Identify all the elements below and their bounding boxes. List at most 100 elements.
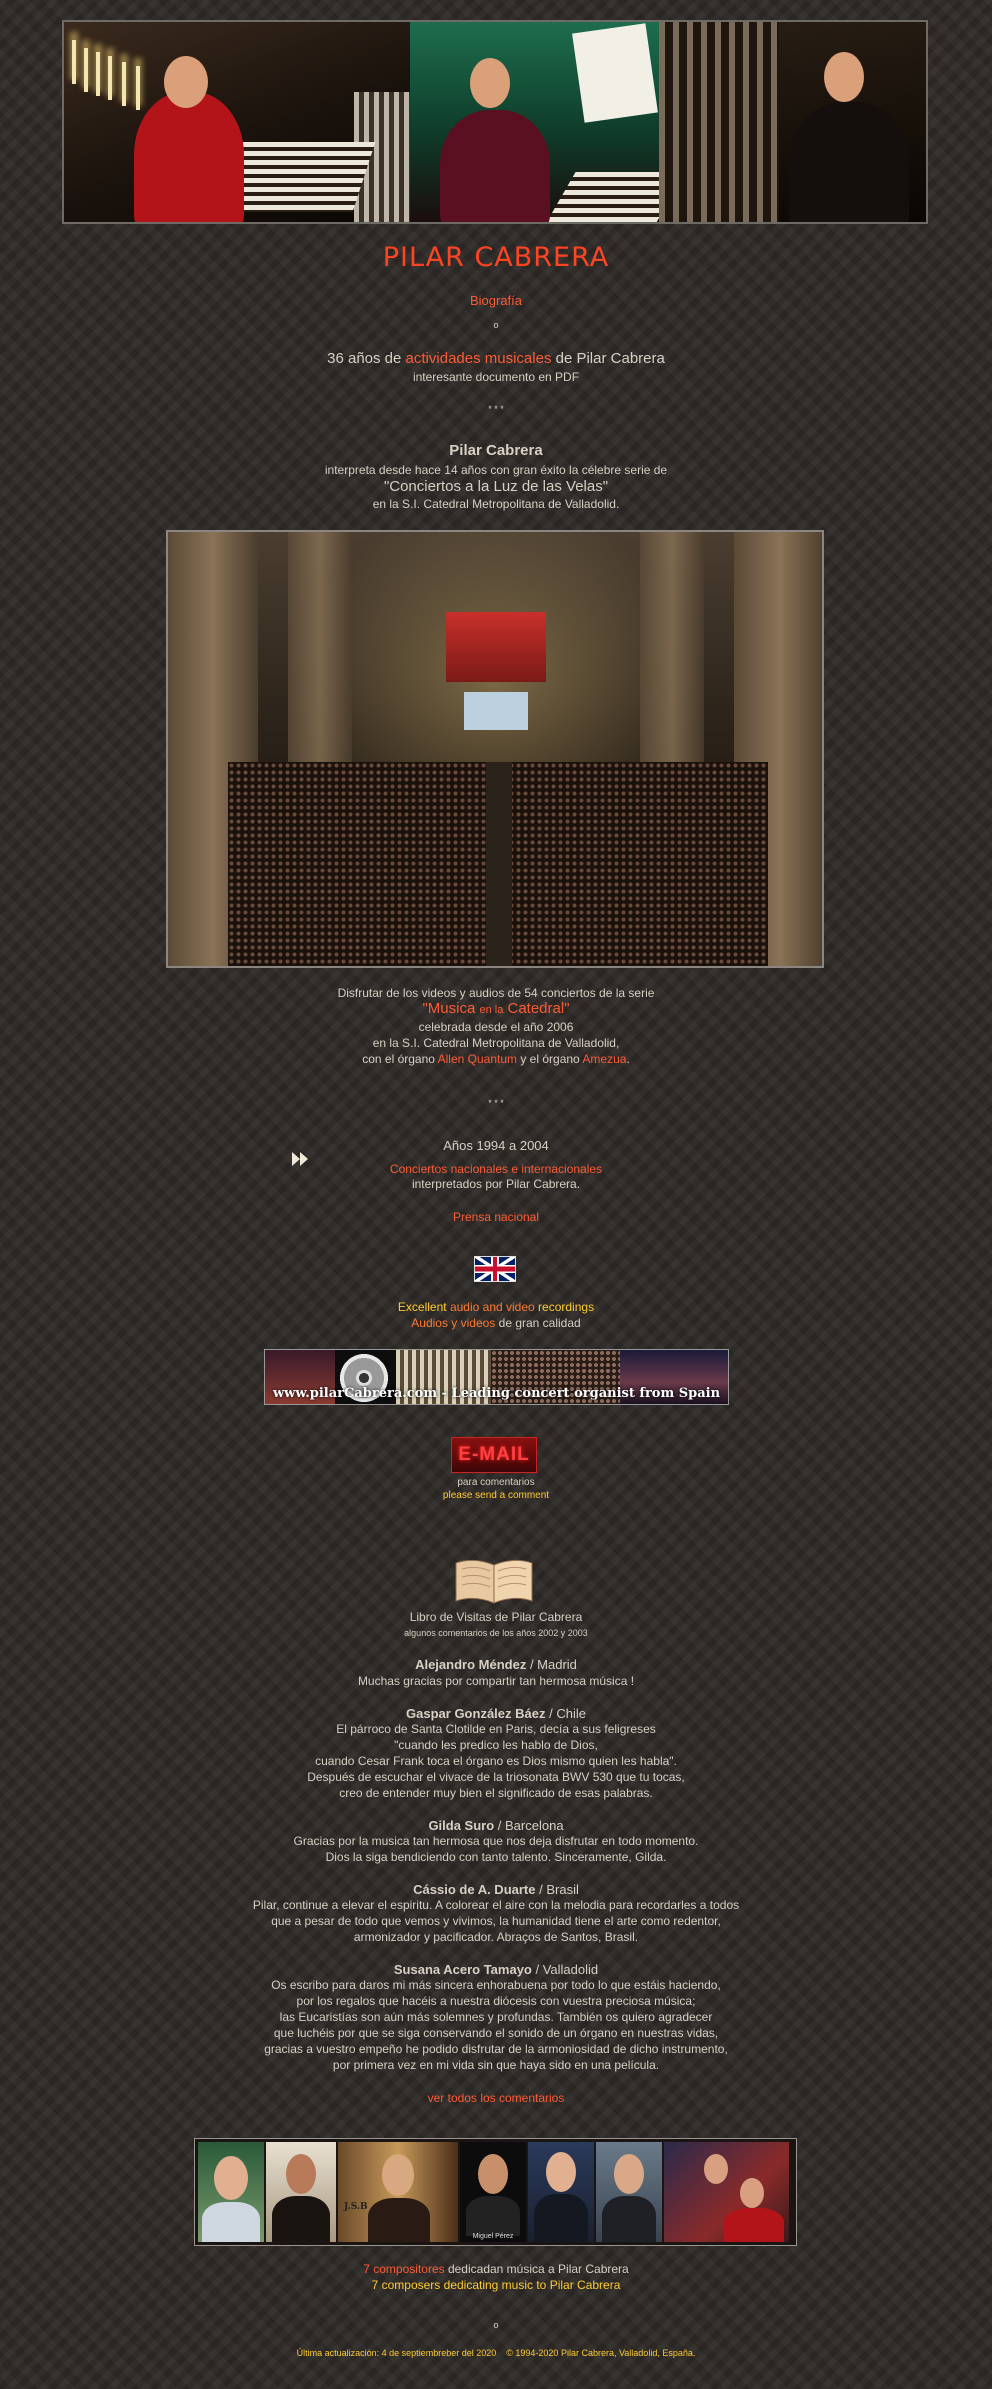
separator: * * * xyxy=(488,1098,504,1108)
recordings-banner[interactable]: www.pilarCabrera.com - Leading concert o… xyxy=(264,1349,729,1405)
portrait-jacket xyxy=(534,2194,588,2242)
portrait-face xyxy=(478,2154,508,2194)
series-suffix: Catedral" xyxy=(503,1000,570,1017)
open-book-icon[interactable] xyxy=(452,1555,536,1605)
audio-video-link[interactable]: audio and video xyxy=(450,1300,535,1314)
comment-author: Cássio de A. Duarte / Brasil xyxy=(0,1882,992,1897)
organist-figure xyxy=(440,110,551,222)
portrait-jacket xyxy=(272,2196,330,2242)
portrait-face xyxy=(382,2154,414,2196)
composers-gallery[interactable]: J.S.B Miguel Pérez xyxy=(194,2138,797,2246)
comment-place: / Madrid xyxy=(526,1657,577,1672)
organ-end: . xyxy=(626,1052,630,1066)
composers-es-suffix: dedicadan música a Pilar Cabrera xyxy=(444,2262,629,2276)
activities-link[interactable]: actividades musicales xyxy=(406,350,552,367)
cathedral-concert-photo[interactable] xyxy=(166,530,824,968)
comment-line: que a pesar de todo que vemos y vivimos,… xyxy=(271,1914,721,1928)
composers-en-line[interactable]: 7 composers dedicating music to Pilar Ca… xyxy=(0,2278,992,2292)
comment-line: El párroco de Santa Clotilde en Paris, d… xyxy=(336,1722,656,1736)
email-comment-es: para comentarios xyxy=(457,1477,535,1488)
banner-panel-dark-organist xyxy=(659,22,926,222)
comment-line: por primera vez en mi vida sin que haya … xyxy=(332,2058,660,2072)
comment-place: / Brasil xyxy=(535,1882,579,1897)
comment-line: Después de escuchar el vivace de la trio… xyxy=(307,1770,685,1784)
organist-figure xyxy=(789,102,910,222)
bullet-divider: o xyxy=(493,320,499,330)
comment-line: armonizador y pacificador. Abraços de Sa… xyxy=(353,1930,639,1944)
composer-portrait xyxy=(198,2142,264,2242)
comment-author: Gilda Suro / Barcelona xyxy=(0,1818,992,1833)
composer-portrait: Miguel Pérez xyxy=(460,2142,526,2242)
comment-line: Muchas gracias por compartir tan hermosa… xyxy=(357,1674,635,1688)
center-aisle xyxy=(486,762,512,966)
recordings-es-suffix: de gran calidad xyxy=(495,1316,581,1330)
concerts-subtitle: interpretados por Pilar Cabrera. xyxy=(411,1177,581,1191)
comment-place: / Barcelona xyxy=(494,1818,564,1833)
concerts-series-name: "Conciertos a la Luz de las Velas" xyxy=(383,478,609,495)
musica-catedral-link[interactable]: "Musica en la Catedral" xyxy=(0,1000,992,1017)
comment-name: Gilda Suro xyxy=(428,1818,495,1833)
candle-icon xyxy=(122,62,126,106)
activities-prefix: 36 años de xyxy=(327,350,406,367)
portrait-jacket xyxy=(602,2196,656,2242)
email-button[interactable]: E-MAIL xyxy=(451,1437,537,1473)
organist-head xyxy=(824,52,865,102)
portrait-face xyxy=(704,2154,728,2184)
projection-screen xyxy=(464,692,528,730)
biography-link[interactable]: Biografía xyxy=(0,293,992,308)
recordings-text: recordings xyxy=(534,1300,595,1314)
guestbook-subtitle: algunos comentarios de los años 2002 y 2… xyxy=(404,1628,588,1638)
separator: * * * xyxy=(488,404,504,414)
comment-line: Gracias por la musica tan hermosa que no… xyxy=(293,1834,699,1848)
years-title: Años 1994 a 2004 xyxy=(443,1138,549,1153)
audios-videos-link[interactable]: Audios y videos xyxy=(411,1316,495,1330)
candle-icon xyxy=(108,56,112,100)
comment-line: Os escribo para daros mi más sincera enh… xyxy=(271,1978,721,1992)
email-comment-en[interactable]: please send a comment xyxy=(0,1490,992,1501)
organ-stops xyxy=(659,22,780,222)
activities-suffix: de Pilar Cabrera xyxy=(551,350,665,367)
comment-name: Gaspar González Báez xyxy=(406,1706,546,1721)
portrait-shirt xyxy=(202,2202,260,2242)
amezua-link[interactable]: Amezua xyxy=(582,1052,626,1066)
series-prefix: "Musica xyxy=(422,1000,480,1017)
banner-panel-red-organist xyxy=(64,22,411,222)
comment-author: Gaspar González Báez / Chile xyxy=(0,1706,992,1721)
comment-author: Alejandro Méndez / Madrid xyxy=(0,1657,992,1672)
portrait-caption: J.S.B xyxy=(344,2202,368,2212)
series-small: en la xyxy=(479,1004,504,1016)
composers-es-line: 7 compositores dedicadan música a Pilar … xyxy=(0,2262,992,2276)
activities-subtitle: interesante documento en PDF xyxy=(412,370,580,384)
videos-line: Disfrutar de los videos y audios de 54 c… xyxy=(337,986,655,1000)
comment-line: que luchéis por que se siga conservando … xyxy=(273,2026,719,2040)
organist-head xyxy=(164,56,208,108)
altar xyxy=(446,612,546,682)
comment-place: / Valladolid xyxy=(531,1962,599,1977)
footer-line: Última actualización: 4 de septiembreber… xyxy=(0,2348,992,2358)
last-updated: Última actualización: 4 de septiembreber… xyxy=(296,2348,497,2358)
see-all-comments-link[interactable]: ver todos los comentarios xyxy=(0,2091,992,2105)
allen-quantum-link[interactable]: Allen Quantum xyxy=(438,1052,517,1066)
organs-line: con el órgano Allen Quantum y el órgano … xyxy=(0,1052,992,1066)
organ-keyboard xyxy=(544,172,660,222)
organ-mid: y el órgano xyxy=(517,1052,583,1066)
videos-location: en la S.I. Catedral Metropolitana de Val… xyxy=(372,1036,620,1050)
concerts-location: en la S.I. Catedral Metropolitana de Val… xyxy=(372,497,620,511)
composer-portrait xyxy=(266,2142,336,2242)
comment-line: Pilar, continue a elevar el espiritu. A … xyxy=(252,1898,740,1912)
banner-text: www.pilarCabrera.com - Leading concert o… xyxy=(272,1386,721,1401)
recordings-en-line: Excellent audio and video recordings xyxy=(0,1300,992,1314)
press-link[interactable]: Prensa nacional xyxy=(0,1210,992,1224)
portrait-dress xyxy=(724,2208,784,2242)
portrait-jacket xyxy=(368,2198,430,2242)
header-banner-image xyxy=(62,20,928,224)
uk-flag-icon[interactable] xyxy=(474,1256,516,1282)
comment-line: gracias a vuestro empeño he podido disfr… xyxy=(264,2042,728,2056)
composers-link[interactable]: 7 compositores xyxy=(363,2262,444,2276)
recordings-es-line: Audios y videos de gran calidad xyxy=(0,1316,992,1330)
guestbook-title[interactable]: Libro de Visitas de Pilar Cabrera xyxy=(0,1610,992,1624)
composer-portrait xyxy=(664,2142,789,2242)
copyright: © 1994-2020 Pilar Cabrera, Valladolid, E… xyxy=(506,2348,696,2358)
candle-icon xyxy=(72,40,76,84)
concerts-national-link[interactable]: Conciertos nacionales e internacionales xyxy=(0,1162,992,1176)
